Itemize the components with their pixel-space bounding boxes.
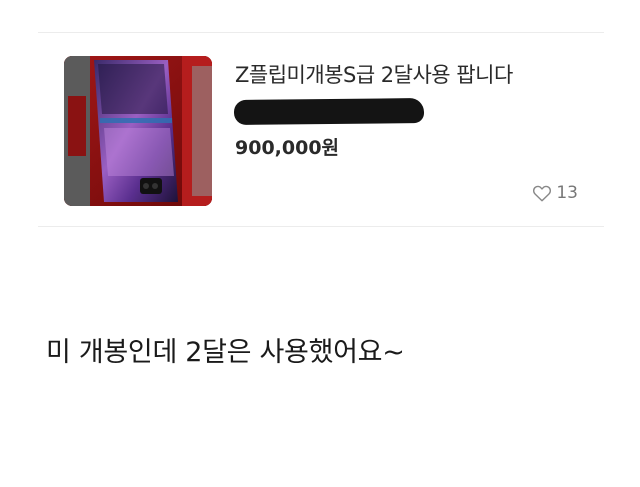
bottom-divider bbox=[38, 226, 604, 227]
product-thumbnail[interactable] bbox=[64, 56, 212, 206]
like-counter[interactable]: 13 bbox=[532, 183, 578, 203]
listing-title[interactable]: Z플립미개봉S급 2달사용 팝니다 bbox=[235, 59, 513, 89]
like-count: 13 bbox=[556, 183, 578, 203]
listing-price: 900,000원 bbox=[235, 137, 340, 159]
caption-text: 미 개봉인데 2달은 사용했어요~ bbox=[46, 337, 405, 368]
phone-photo-image bbox=[64, 56, 212, 206]
page: Z플립미개봉S급 2달사용 팝니다 900,000원 13 미 개봉인데 2달은… bbox=[0, 0, 640, 487]
listing-card[interactable]: Z플립미개봉S급 2달사용 팝니다 900,000원 13 bbox=[38, 33, 604, 225]
redacted-location-bar bbox=[233, 98, 425, 125]
heart-outline-icon bbox=[533, 185, 552, 202]
